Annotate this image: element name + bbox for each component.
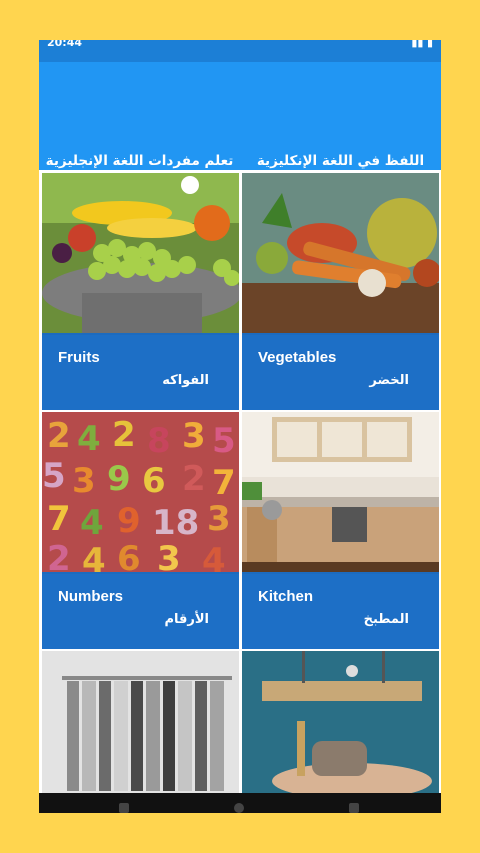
svg-text:3: 3 [72,461,96,501]
svg-text:4: 4 [77,419,101,459]
card-title-en: Vegetables [258,349,337,366]
back-icon[interactable] [119,803,129,813]
svg-text:7: 7 [47,499,71,539]
fruits-caption: Fruits الفواكه [42,335,239,410]
phone-screen: 20:44 ▮▮ ▮ تعلم مفردات اللغة الإنجليزية … [39,40,441,813]
fruits-image [42,173,239,333]
svg-text:8: 8 [147,421,171,461]
svg-text:2: 2 [47,416,71,456]
card-vegetables[interactable]: Vegetables الخضر [242,173,439,410]
animals-image [242,651,439,811]
card-clothes[interactable] [42,651,239,811]
svg-text:5: 5 [212,421,236,461]
svg-text:2: 2 [112,415,136,455]
svg-text:2: 2 [182,459,206,499]
card-animals[interactable] [242,651,439,811]
svg-text:9: 9 [117,501,141,541]
card-title-ar: الأرقام [164,612,209,627]
svg-text:6: 6 [117,539,141,572]
kitchen-caption: Kitchen المطبخ [242,574,439,649]
card-fruits[interactable]: Fruits الفواكه [42,173,239,410]
numbers-image: 2 4 2 8 3 5 5 3 9 6 2 7 7 4 9 18 3 2 4 6… [42,412,239,572]
recents-icon[interactable] [349,803,359,813]
status-bar: 20:44 ▮▮ ▮ [39,40,441,62]
svg-text:6: 6 [142,461,166,501]
svg-text:7: 7 [212,463,236,503]
svg-text:2: 2 [47,539,71,572]
svg-text:18: 18 [152,503,199,543]
card-numbers[interactable]: 2 4 2 8 3 5 5 3 9 6 2 7 7 4 9 18 3 2 4 6… [42,412,239,649]
vegetables-caption: Vegetables الخضر [242,335,439,410]
svg-text:4: 4 [80,503,104,543]
svg-text:4: 4 [82,541,106,572]
svg-text:4: 4 [202,541,226,572]
card-title-ar: الفواكه [162,373,209,388]
card-title-en: Fruits [58,349,100,366]
battery-icon: ▮▮ ▮ [411,40,433,49]
kitchen-image [242,412,439,572]
numbers-caption: Numbers الأرقام [42,574,239,649]
svg-text:3: 3 [182,416,206,456]
svg-text:5: 5 [42,456,66,496]
svg-text:3: 3 [157,539,181,572]
system-nav-bar [39,793,441,813]
card-kitchen[interactable]: Kitchen المطبخ [242,412,439,649]
svg-text:9: 9 [107,459,131,499]
category-grid: Fruits الفواكه Vegetables الخضر 2 4 2 8 … [39,170,441,811]
status-time: 20:44 [47,40,83,49]
card-title-ar: الخضر [369,373,409,388]
clothes-image [42,651,239,811]
card-title-en: Numbers [58,588,124,605]
card-title-ar: المطبخ [363,612,409,627]
tab-learn-vocabulary-label: تعلم مفردات اللغة الإنجليزية [45,153,234,169]
svg-text:3: 3 [207,499,231,539]
card-title-en: Kitchen [258,588,314,605]
tab-pronunciation-label: اللفظ في اللغة الإنكليزية [256,153,425,169]
home-icon[interactable] [234,803,244,813]
vegetables-image [242,173,439,333]
